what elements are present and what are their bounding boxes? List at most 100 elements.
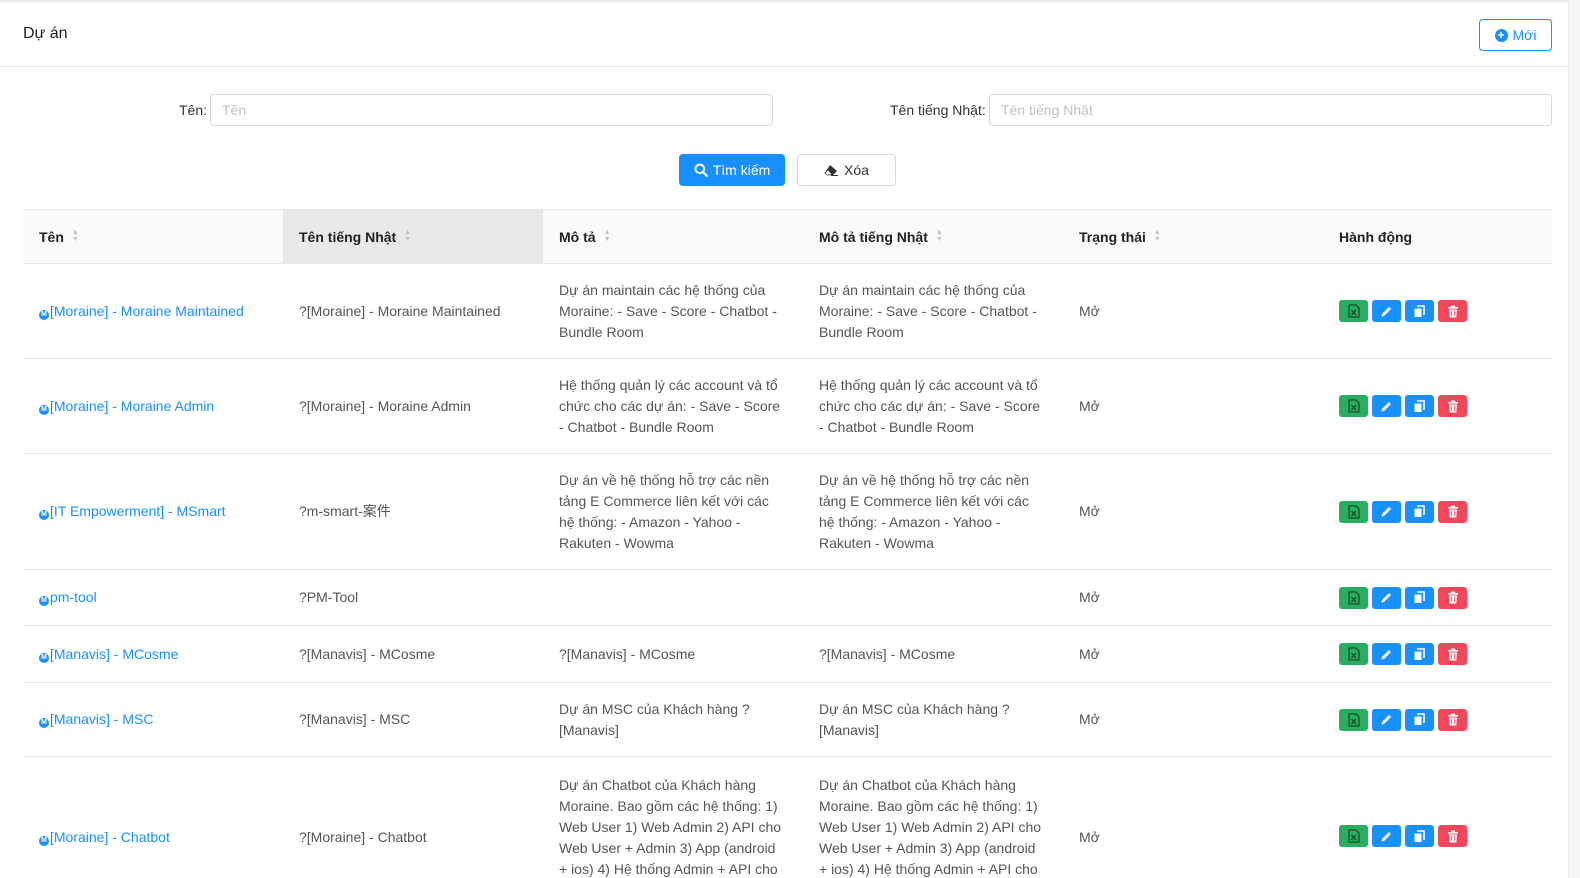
copy-icon — [1413, 591, 1426, 604]
sort-icon[interactable]: ▲ ▼ — [936, 229, 943, 243]
delete-button[interactable] — [1438, 395, 1467, 417]
actions-cell — [1323, 300, 1552, 322]
project-name: pm-tool — [50, 589, 97, 605]
status-cell: Mở — [1079, 503, 1100, 519]
copy-icon — [1413, 829, 1426, 843]
column-header[interactable]: Tên tiếng Nhật ▲ ▼ — [283, 210, 543, 263]
project-icon: M — [39, 596, 49, 606]
column-header[interactable]: Trạng thái ▲ ▼ — [1063, 210, 1323, 263]
excel-icon — [1347, 399, 1360, 413]
column-header-label: Mô tả tiếng Nhật — [819, 228, 928, 245]
copy-icon — [1413, 399, 1426, 413]
status-cell: Mở — [1079, 589, 1100, 605]
jp-name-cell: ?[Manavis] - MCosme — [299, 645, 436, 662]
jp-description-cell: Dự án về hệ thống hỗ trợ các nền tảng E … — [819, 471, 1030, 551]
project-link[interactable]: M [IT Empowerment] - MSmart — [39, 503, 226, 520]
status-cell: Mở — [1079, 397, 1100, 414]
table-row: M [Manavis] - MCosme ?[Manavis] - MCosme ?[… — [23, 626, 1552, 683]
export-excel-button[interactable] — [1339, 395, 1368, 417]
copy-button[interactable] — [1405, 300, 1434, 322]
copy-button[interactable] — [1405, 825, 1434, 847]
delete-button[interactable] — [1438, 643, 1467, 665]
sort-icon[interactable]: ▲ ▼ — [604, 229, 611, 243]
projects-table: Tên ▲ ▼ Tên tiếng Nhật ▲ ▼ Mô tả ▲ ▼ Mô tả tiếng … — [23, 209, 1552, 878]
edit-button[interactable] — [1372, 586, 1401, 609]
name-filter-label: Tên: — [179, 102, 208, 118]
description-cell: Hệ thống quản lý các account và tổ chức … — [559, 376, 781, 435]
delete-button[interactable] — [1438, 500, 1467, 523]
sort-icon[interactable]: ▲ ▼ — [1154, 229, 1161, 243]
export-excel-button[interactable] — [1339, 300, 1368, 322]
jp-name-cell: ?PM-Tool — [299, 589, 359, 605]
copy-button[interactable] — [1405, 643, 1434, 665]
export-excel-button[interactable] — [1339, 586, 1368, 609]
copy-button[interactable] — [1405, 500, 1434, 523]
project-link[interactable]: M [Moraine] - Moraine Admin — [39, 397, 215, 415]
edit-button[interactable] — [1372, 708, 1401, 731]
page-header: Dự án + Mới — [0, 3, 1568, 67]
export-excel-button[interactable] — [1339, 500, 1368, 523]
delete-button[interactable] — [1438, 586, 1467, 609]
column-header[interactable]: Mô tả ▲ ▼ — [543, 210, 803, 263]
edit-button[interactable] — [1372, 500, 1401, 523]
edit-button[interactable] — [1372, 643, 1401, 665]
column-header[interactable]: Mô tả tiếng Nhật ▲ ▼ — [803, 210, 1063, 263]
project-link[interactable]: M [Manavis] - MSC — [39, 711, 153, 728]
jp-name-filter-input[interactable] — [989, 94, 1552, 126]
search-button[interactable]: Tìm kiếm — [679, 154, 785, 186]
status-cell: Mở — [1079, 302, 1100, 319]
new-button[interactable]: + Mới — [1479, 19, 1552, 51]
copy-button[interactable] — [1405, 708, 1434, 731]
description-cell: ?[Manavis] - MCosme — [559, 645, 696, 662]
project-name: [Moraine] - Moraine Admin — [50, 397, 215, 414]
row-actions — [1339, 395, 1536, 417]
table-row: Mpm-tool ?PM-Tool Mở — [23, 570, 1552, 626]
copy-button[interactable] — [1405, 395, 1434, 417]
table-row: M [Moraine] - Moraine Admin ?[Moraine] - M… — [23, 359, 1552, 454]
delete-button[interactable] — [1438, 300, 1467, 322]
export-excel-button[interactable] — [1339, 825, 1368, 847]
export-excel-button[interactable] — [1339, 643, 1368, 665]
sort-icon[interactable]: ▲ ▼ — [404, 229, 411, 243]
actions-cell — [1323, 708, 1552, 731]
project-link[interactable]: M [Moraine] - Moraine Maintained — [39, 302, 244, 320]
jp-name-cell: ?[Moraine] - Moraine Maintained — [299, 302, 501, 319]
trash-icon — [1447, 591, 1459, 604]
delete-button[interactable] — [1438, 708, 1467, 731]
status-cell: Mở — [1079, 645, 1100, 662]
trash-icon — [1447, 648, 1459, 661]
sort-icon[interactable]: ▲ ▼ — [72, 229, 79, 243]
jp-name-filter-label: Tên tiếng Nhật: — [890, 102, 986, 118]
copy-button[interactable] — [1405, 586, 1434, 609]
description-cell: Dự án về hệ thống hỗ trợ các nền tảng E … — [559, 471, 770, 551]
project-link[interactable]: M [Moraine] - Chatbot — [39, 829, 170, 846]
project-icon: M — [39, 309, 49, 320]
actions-cell — [1323, 757, 1552, 847]
delete-button[interactable] — [1438, 825, 1467, 847]
project-name-cell: M [Moraine] - Chatbot — [23, 757, 283, 848]
project-link[interactable]: M [Manavis] - MCosme — [39, 646, 178, 663]
project-icon: M — [39, 510, 49, 520]
project-name: [Moraine] - Moraine Maintained — [50, 302, 244, 319]
table-header: Tên ▲ ▼ Tên tiếng Nhật ▲ ▼ Mô tả ▲ ▼ Mô tả tiếng … — [23, 209, 1552, 264]
jp-description-cell: Hệ thống quản lý các account và tổ chức … — [819, 376, 1041, 435]
excel-icon — [1347, 829, 1360, 843]
actions-cell — [1323, 395, 1552, 417]
clear-button-label: Xóa — [844, 162, 869, 178]
table-row: M [Moraine] - Moraine Maintained ?[Moraine… — [23, 264, 1552, 359]
scrollbar[interactable] — [1568, 0, 1580, 878]
table-row: M [Manavis] - MSC ?[Manavis] - MSC Dự án MS… — [23, 683, 1552, 757]
project-link[interactable]: Mpm-tool — [39, 589, 97, 606]
project-icon: M — [39, 404, 49, 415]
name-filter-input[interactable] — [210, 94, 773, 126]
clear-button[interactable]: Xóa — [797, 154, 896, 186]
edit-button[interactable] — [1372, 395, 1401, 417]
edit-button[interactable] — [1372, 825, 1401, 847]
description-cell: Dự án Chatbot của Khách hàng Moraine. Ba… — [559, 777, 782, 877]
row-actions — [1339, 500, 1536, 523]
edit-button[interactable] — [1372, 300, 1401, 322]
export-excel-button[interactable] — [1339, 708, 1368, 731]
column-header-label: Mô tả — [559, 228, 596, 245]
column-header[interactable]: Tên ▲ ▼ — [23, 210, 283, 263]
table-body: M [Moraine] - Moraine Maintained ?[Moraine… — [23, 264, 1552, 878]
